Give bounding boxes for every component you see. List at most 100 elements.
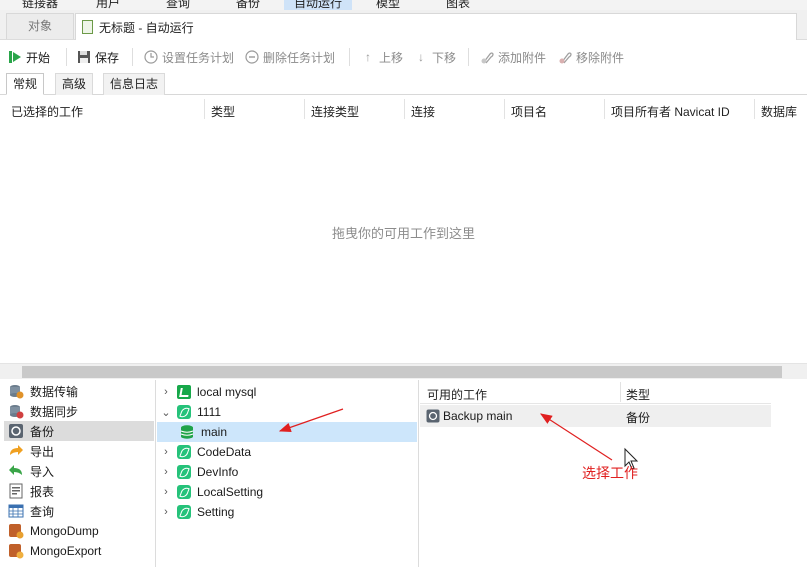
column-divider[interactable] [404,99,405,119]
tree-node-local-mysql[interactable]: › local mysql [159,382,417,402]
column-divider[interactable] [620,382,621,402]
report-icon [8,483,24,499]
tab-row: 对象 无标题 - 自动运行 [0,10,807,40]
chevron-right-icon[interactable]: › [159,466,173,478]
move-up-button[interactable]: ↑ 上移 [361,48,403,66]
job-category-list: 数据传输 数据同步 备份 导出 导入 报表 查询 MongoDump Mongo… [0,380,156,567]
chevron-right-icon[interactable]: › [159,506,173,518]
tree-node-label: DevInfo [197,465,239,479]
column-header-available-job[interactable]: 可用的工作 [427,386,487,403]
move-down-button[interactable]: ↓ 下移 [414,48,456,66]
paperclip-add-icon [480,50,494,64]
menu-item-automation[interactable]: 自动运行 [284,0,353,10]
data-transfer-icon [8,383,24,399]
available-job-row[interactable]: Backup main 备份 [420,405,771,427]
tree-node-devinfo[interactable]: › DevInfo [159,462,417,482]
remove-attachment-button[interactable]: 移除附件 [558,48,624,66]
tree-node-main[interactable]: main [157,422,417,442]
tab-message-log[interactable]: 信息日志 [103,73,166,95]
arrow-up-icon: ↑ [365,50,371,64]
save-icon [77,50,91,64]
tree-node-codedata[interactable]: › CodeData [159,442,417,462]
column-header-selected-job[interactable]: 已选择的工作 [11,103,83,120]
menu-item-query[interactable]: 查询 [166,0,190,10]
chevron-right-icon[interactable]: › [159,386,173,398]
toolbar-divider [468,48,469,66]
category-label: 导入 [30,464,55,479]
menu-item-connector[interactable]: 链接器 [22,0,58,10]
column-divider[interactable] [304,99,305,119]
menu-item-model[interactable]: 模型 [376,0,400,10]
tree-node-localsetting[interactable]: › LocalSetting [159,482,417,502]
add-attachment-button[interactable]: 添加附件 [480,48,546,66]
category-data-sync[interactable]: 数据同步 [4,401,154,421]
available-job-name: Backup main [443,409,513,423]
horizontal-scrollbar[interactable] [0,363,807,379]
paperclip-remove-icon [558,50,572,64]
category-backup[interactable]: 备份 [4,421,154,441]
tab-objects[interactable]: 对象 [6,13,74,39]
data-sync-icon [8,403,24,419]
category-data-transfer[interactable]: 数据传输 [4,381,154,401]
tree-node-label: main [201,425,228,439]
remove-attachment-label: 移除附件 [576,50,625,65]
save-button[interactable]: 保存 [77,48,119,66]
category-report[interactable]: 报表 [4,481,154,501]
menu-item-backup[interactable]: 备份 [236,0,260,10]
clock-icon [144,50,158,64]
column-header-type[interactable]: 类型 [626,386,650,403]
column-header-project-name[interactable]: 项目名 [511,103,547,120]
category-label: 数据传输 [30,384,79,399]
menu-bar: 链接器 用户 查询 备份 自动运行 模型 图表 [0,0,807,10]
move-down-label: 下移 [432,50,457,65]
column-header-project-owner[interactable]: 项目所有者 Navicat ID [611,103,730,120]
category-label: 数据同步 [30,404,79,419]
sub-tabs: 常规 高级 信息日志 [0,71,807,95]
mongodb-connection-icon [177,445,191,459]
start-label: 开始 [26,50,51,65]
backup-icon [8,423,24,439]
scrollbar-thumb[interactable] [22,366,782,378]
document-icon [82,20,93,34]
set-schedule-button[interactable]: 设置任务计划 [144,48,234,66]
category-query[interactable]: 查询 [4,501,154,521]
category-import[interactable]: 导入 [4,461,154,481]
category-label: 查询 [30,504,55,519]
tab-automation-document[interactable]: 无标题 - 自动运行 [75,13,797,40]
menu-item-user[interactable]: 用户 [96,0,120,10]
category-mongodump[interactable]: MongoDump [4,521,154,541]
tab-general[interactable]: 常规 [6,73,45,95]
tree-node-label: local mysql [197,385,257,399]
selected-jobs-grid[interactable]: 已选择的工作 类型 连接类型 连接 项目名 项目所有者 Navicat ID 数… [0,96,807,364]
import-icon [8,463,24,479]
tree-node-setting[interactable]: › Setting [159,502,417,522]
column-divider[interactable] [504,99,505,119]
category-label: MongoExport [30,544,102,558]
column-divider[interactable] [754,99,755,119]
delete-clock-icon [245,50,259,64]
delete-schedule-button[interactable]: 删除任务计划 [245,48,335,66]
available-job-type: 备份 [626,411,651,425]
annotation-label: 选择工作 [582,465,638,481]
column-header-connection-type[interactable]: 连接类型 [311,103,359,120]
start-button[interactable]: 开始 [8,48,50,66]
menu-item-chart[interactable]: 图表 [446,0,470,10]
chevron-down-icon[interactable]: ⌄ [159,406,173,419]
category-export[interactable]: 导出 [4,441,154,461]
tree-node-1111[interactable]: ⌄ 1111 [159,402,417,422]
mongodb-connection-icon [177,485,191,499]
column-divider[interactable] [204,99,205,119]
chevron-right-icon[interactable]: › [159,446,173,458]
column-header-connection[interactable]: 连接 [411,103,435,120]
column-header-type[interactable]: 类型 [211,103,235,120]
export-icon [8,443,24,459]
category-mongoexport[interactable]: MongoExport [4,541,154,561]
category-label: 报表 [30,484,55,499]
set-schedule-label: 设置任务计划 [162,50,235,65]
tab-advanced[interactable]: 高级 [55,73,94,95]
chevron-right-icon[interactable]: › [159,486,173,498]
delete-schedule-label: 删除任务计划 [263,50,336,65]
grid-header: 已选择的工作 类型 连接类型 连接 项目名 项目所有者 Navicat ID 数… [0,96,807,123]
column-header-database[interactable]: 数据库 [761,103,797,120]
column-divider[interactable] [604,99,605,119]
